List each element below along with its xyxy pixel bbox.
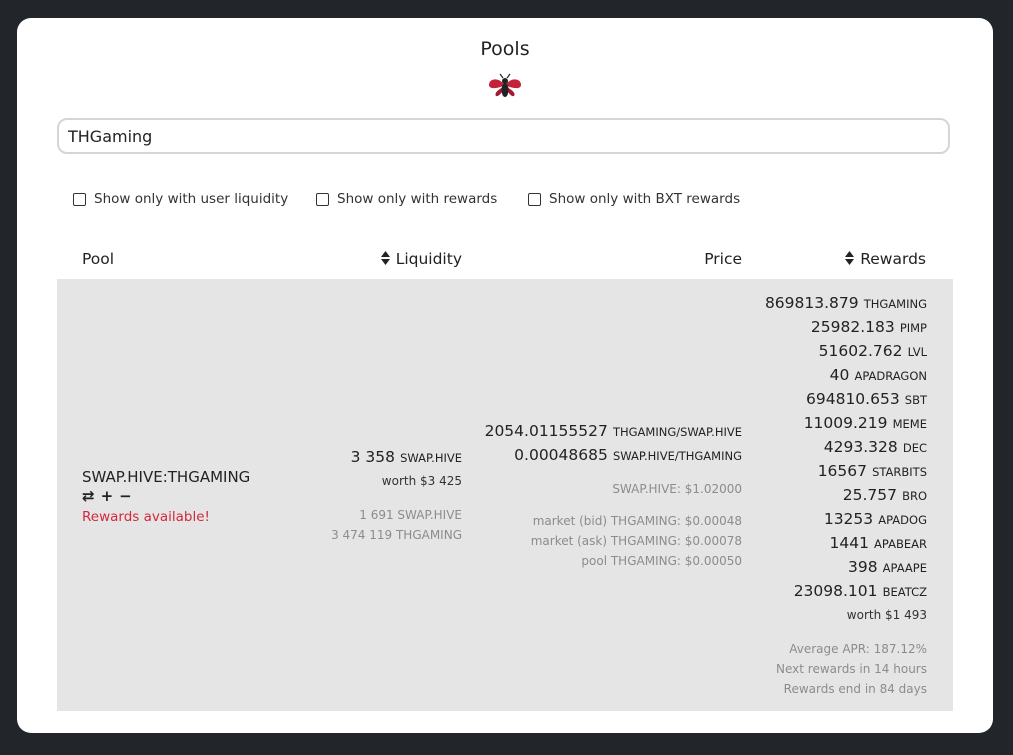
reward-amount: 16567 xyxy=(817,462,867,480)
reward-amount: 694810.653 xyxy=(806,390,900,408)
reward-token: BRO xyxy=(902,489,927,503)
search-input[interactable] xyxy=(57,118,950,154)
filter-label: Show only with rewards xyxy=(337,191,498,207)
liquidity-worth: worth $3 425 xyxy=(381,474,462,488)
pool-price: pool THGAMING: $0.00050 xyxy=(581,554,742,568)
remove-liquidity-icon[interactable]: − xyxy=(119,487,134,505)
reward-item: 398 APAAPE xyxy=(848,557,927,576)
price-value: 0.00048685 xyxy=(514,446,608,464)
page-title: Pools xyxy=(480,38,530,60)
reward-amount: 23098.101 xyxy=(793,582,878,600)
sort-icon xyxy=(845,251,855,265)
reward-token: DEC xyxy=(902,441,927,455)
reward-amount: 11009.219 xyxy=(803,414,888,432)
reward-item: 4293.328 DEC xyxy=(824,437,927,456)
average-apr: Average APR: 187.12% xyxy=(789,642,927,656)
reward-token: PIMP xyxy=(899,321,927,335)
swap-hive-price: SWAP.HIVE: $1.02000 xyxy=(612,482,742,496)
pool-name: SWAP.HIVE:THGAMING xyxy=(82,468,251,486)
filter-user-liquidity[interactable]: Show only with user liquidity xyxy=(73,191,288,207)
reward-item: 694810.653 SBT xyxy=(806,389,927,408)
reward-amount: 1441 xyxy=(829,534,869,552)
price-pair: THGAMING/SWAP.HIVE xyxy=(612,425,742,439)
reward-amount: 869813.879 xyxy=(764,294,859,312)
filter-rewards[interactable]: Show only with rewards xyxy=(316,191,497,207)
reward-amount: 398 xyxy=(847,558,878,576)
header-rewards[interactable]: Rewards xyxy=(845,250,926,268)
filter-label: Show only with BXT rewards xyxy=(549,191,741,207)
reward-item: 51602.762 LVL xyxy=(819,341,927,360)
reward-amount: 40 xyxy=(829,366,850,384)
reward-token: APADOG xyxy=(878,513,927,527)
filter-label: Show only with user liquidity xyxy=(94,191,289,207)
rewards-checkbox[interactable] xyxy=(316,192,329,206)
reward-amount: 4293.328 xyxy=(823,438,898,456)
reward-token: LVL xyxy=(907,345,927,359)
reward-item: 11009.219 MEME xyxy=(804,413,927,432)
reward-item: 25982.183 PIMP xyxy=(811,317,927,336)
pools-card: Pools Show only with user liquidity Show… xyxy=(17,18,993,733)
liquidity-token: SWAP.HIVE xyxy=(400,451,462,465)
filter-bxt-rewards[interactable]: Show only with BXT rewards xyxy=(528,191,740,207)
rewards-worth: worth $1 493 xyxy=(846,608,927,622)
reward-item: 40 APADRAGON xyxy=(830,365,927,384)
next-rewards: Next rewards in 14 hours xyxy=(776,662,927,676)
reward-token: APABEAR xyxy=(874,537,927,551)
reward-token: MEME xyxy=(892,417,927,431)
reward-token: SBT xyxy=(904,393,927,407)
header-liquidity-label: Liquidity xyxy=(395,250,462,268)
market-ask: market (ask) THGAMING: $0.00078 xyxy=(530,534,742,548)
reward-amount: 13253 xyxy=(823,510,874,528)
swap-icon[interactable]: ⇄ xyxy=(82,487,97,505)
market-bid: market (bid) THGAMING: $0.00048 xyxy=(532,514,742,528)
reward-item: 23098.101 BEATCZ xyxy=(794,581,927,600)
header-liquidity[interactable]: Liquidity xyxy=(380,250,462,268)
reward-token: APAAPE xyxy=(882,561,927,575)
reward-item: 25.757 BRO xyxy=(843,485,927,504)
reward-amount: 25982.183 xyxy=(810,318,895,336)
price-value: 2054.01155527 xyxy=(484,422,608,440)
liquidity-value: 3 358 xyxy=(350,448,396,466)
bxt-rewards-checkbox[interactable] xyxy=(528,192,541,206)
liquidity-amount: 3 358 SWAP.HIVE xyxy=(351,447,462,466)
reward-item: 869813.879 THGAMING xyxy=(765,293,927,312)
bee-logo-icon xyxy=(489,73,521,97)
rewards-end: Rewards end in 84 days xyxy=(783,682,927,696)
reward-item: 16567 STARBITS xyxy=(818,461,927,480)
liquidity-quote: 3 474 119 THGAMING xyxy=(331,528,462,542)
rewards-available: Rewards available! xyxy=(82,509,210,525)
reward-amount: 51602.762 xyxy=(818,342,903,360)
user-liquidity-checkbox[interactable] xyxy=(73,192,86,206)
price-primary: 2054.01155527 THGAMING/SWAP.HIVE xyxy=(485,421,742,440)
header-price: Price xyxy=(704,250,742,268)
add-liquidity-icon[interactable]: + xyxy=(101,487,116,505)
sort-icon xyxy=(380,251,390,265)
liquidity-base: 1 691 SWAP.HIVE xyxy=(359,508,462,522)
header-rewards-label: Rewards xyxy=(860,250,926,268)
reward-token: BEATCZ xyxy=(882,585,927,599)
reward-token: THGAMING xyxy=(863,297,927,311)
reward-token: STARBITS xyxy=(872,465,927,479)
reward-amount: 25.757 xyxy=(842,486,897,504)
reward-item: 1441 APABEAR xyxy=(830,533,928,552)
pool-actions: ⇄ + − xyxy=(82,487,138,505)
reward-item: 13253 APADOG xyxy=(824,509,927,528)
price-pair: SWAP.HIVE/THGAMING xyxy=(612,449,742,463)
header-pool: Pool xyxy=(82,250,115,268)
reward-token: APADRAGON xyxy=(854,369,927,383)
table-row: SWAP.HIVE:THGAMING ⇄ + − Rewards available… xyxy=(57,279,953,711)
price-inverse: 0.00048685 SWAP.HIVE/THGAMING xyxy=(514,445,742,464)
